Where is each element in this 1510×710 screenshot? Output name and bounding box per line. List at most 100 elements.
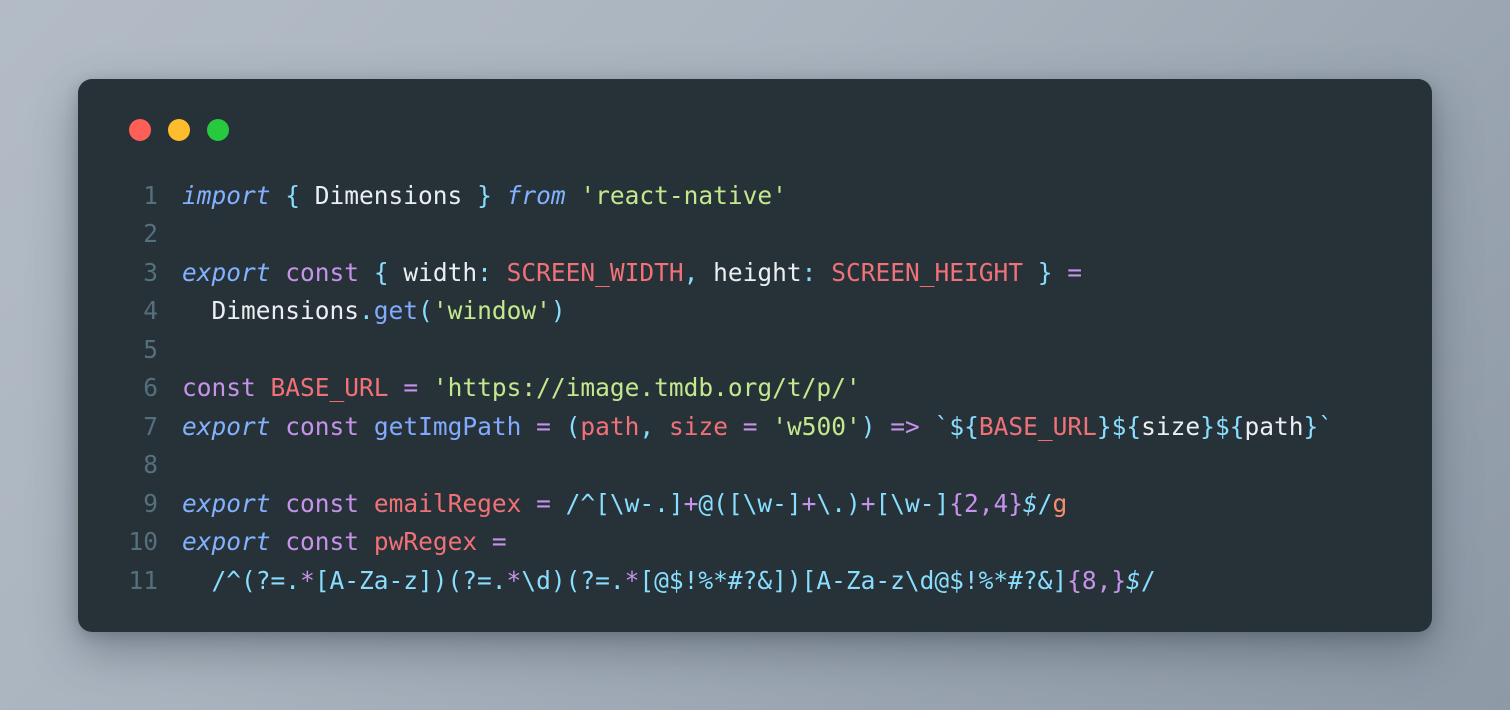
code-token: *	[300, 565, 315, 595]
code-token: (	[418, 296, 433, 325]
line-number: 7	[143, 411, 158, 441]
code-line-text: /^(?=.*[A-Za-z])(?=.*\d)(?=.*[@$!%*#?&])…	[182, 562, 1156, 601]
code-token: {	[373, 257, 389, 287]
code-token: height	[698, 257, 802, 287]
code-token: \d)(?=.	[521, 565, 625, 595]
code-token: }	[477, 180, 492, 210]
code-line[interactable]: 2	[112, 215, 1398, 254]
code-token: import	[182, 180, 271, 210]
code-token: SCREEN_WIDTH	[506, 257, 684, 287]
window-titlebar	[112, 118, 1398, 141]
code-token: =	[491, 527, 507, 556]
line-number: 9	[143, 488, 158, 518]
code-token: /^[\w-.]	[565, 488, 684, 518]
code-token: )	[550, 296, 566, 325]
code-line-text: import { Dimensions } from 'react-native…	[182, 177, 787, 216]
code-token: ,	[639, 411, 655, 441]
code-token: const	[285, 488, 360, 518]
code-token: $	[1126, 565, 1141, 595]
code-token: +	[801, 488, 817, 518]
code-token: SCREEN_HEIGHT	[831, 257, 1023, 287]
code-token: export	[182, 527, 271, 556]
code-token: \.)	[816, 488, 861, 518]
code-token: =	[403, 373, 419, 402]
maximize-window-button[interactable]	[207, 118, 229, 141]
code-token: [A-Za-z])(?=.	[314, 565, 507, 595]
line-number: 1	[143, 180, 158, 210]
code-token: pwRegex	[373, 527, 478, 556]
line-number: 10	[128, 527, 158, 556]
code-line-text: export const emailRegex = /^[\w-.]+@([\w…	[182, 485, 1067, 524]
code-token: g	[1052, 488, 1068, 518]
code-token: $	[1023, 488, 1038, 518]
code-token: 'https://image.tmdb.org/t/p/'	[432, 373, 861, 402]
minimize-window-button[interactable]	[168, 118, 190, 141]
code-editor-content[interactable]: 1 import { Dimensions } from 'react-nativ…	[112, 177, 1398, 601]
code-token: BASE_URL	[270, 373, 389, 402]
code-token: =	[536, 488, 551, 518]
code-token: {2,4}	[949, 488, 1023, 518]
code-token: ${	[1214, 411, 1245, 441]
code-token: }	[1037, 257, 1053, 287]
code-line[interactable]: 1 import { Dimensions } from 'react-nativ…	[112, 177, 1398, 216]
screenshot-stage: 1 import { Dimensions } from 'react-nativ…	[0, 0, 1510, 710]
code-token: [@$!%*#?&])[A-Za-z\d@$!%*#?&]	[639, 565, 1068, 595]
code-window-card: 1 import { Dimensions } from 'react-nativ…	[78, 78, 1432, 632]
code-token: width	[388, 257, 478, 287]
code-token: /	[1140, 565, 1156, 595]
code-line[interactable]: 8	[112, 446, 1398, 485]
code-token: Dimensions	[182, 296, 360, 325]
code-token: export	[182, 257, 271, 287]
code-token: )	[860, 411, 876, 441]
close-window-button[interactable]	[129, 118, 151, 141]
line-number: 5	[143, 334, 158, 364]
code-token: :	[801, 257, 817, 287]
code-token: `	[934, 411, 950, 441]
code-line-text: Dimensions.get('window')	[182, 292, 566, 331]
code-token: /	[1037, 488, 1053, 518]
code-token: =	[1067, 257, 1083, 287]
code-line[interactable]: 6 const BASE_URL = 'https://image.tmdb.or…	[112, 369, 1398, 408]
code-token: }	[1096, 411, 1112, 441]
code-token: :	[477, 257, 492, 287]
code-line[interactable]: 9 export const emailRegex = /^[\w-.]+@([\…	[112, 485, 1398, 524]
code-token: path	[1244, 411, 1304, 441]
code-line[interactable]: 4 Dimensions.get('window')	[112, 292, 1398, 331]
code-token: export	[182, 488, 271, 518]
code-token: export	[182, 411, 271, 441]
code-token: const	[285, 527, 360, 556]
code-token: const	[285, 411, 360, 441]
line-number: 2	[143, 219, 158, 248]
code-line[interactable]: 3 export const { width: SCREEN_WIDTH, hei…	[112, 254, 1398, 293]
code-token: 'react-native'	[580, 180, 787, 210]
code-token: }	[1200, 411, 1215, 441]
code-line[interactable]: 5	[112, 331, 1398, 370]
code-token: Dimensions	[300, 180, 478, 210]
line-number: 8	[143, 450, 158, 479]
code-line[interactable]: 10 export const pwRegex =	[112, 523, 1398, 562]
code-line[interactable]: 7 export const getImgPath = (path, size =…	[112, 408, 1398, 447]
code-line-text: export const { width: SCREEN_WIDTH, heig…	[182, 254, 1082, 293]
code-line[interactable]: 11 /^(?=.*[A-Za-z])(?=.*\d)(?=.*[@$!%*#?…	[112, 562, 1398, 601]
code-token: BASE_URL	[978, 411, 1097, 441]
code-token: *	[624, 565, 640, 595]
code-token: ,	[683, 257, 699, 287]
code-token: +	[860, 488, 876, 518]
code-token: `	[1318, 411, 1333, 441]
